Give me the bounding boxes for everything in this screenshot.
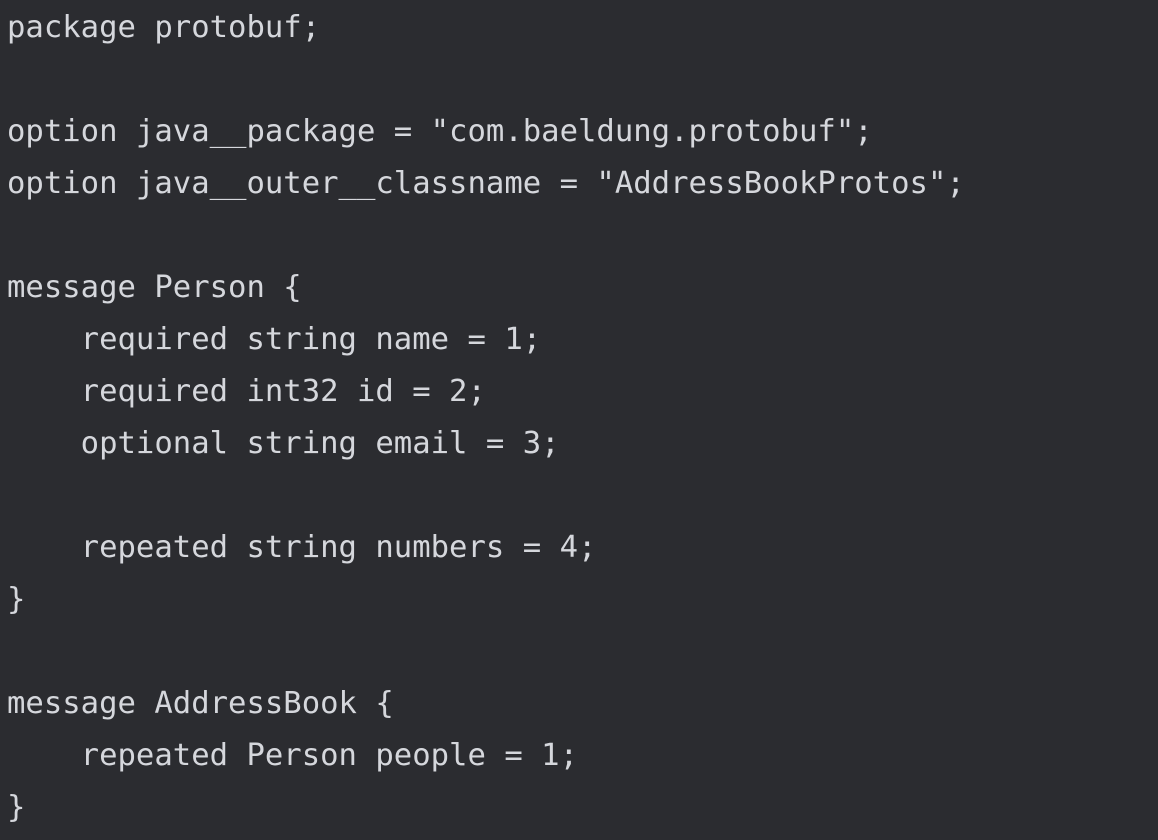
code-line-3: option java__package = "com.baeldung.pro… xyxy=(7,114,873,149)
code-line-4: option java__outer__classname = "Address… xyxy=(7,166,965,201)
code-line-15: repeated Person people = 1; xyxy=(7,738,578,773)
code-line-1: package protobuf; xyxy=(7,10,321,45)
code-line-11: repeated string numbers = 4; xyxy=(7,530,597,565)
code-line-12: } xyxy=(7,582,26,617)
code-editor[interactable]: package protobuf; option java__package =… xyxy=(0,0,1158,840)
code-line-14: message AddressBook { xyxy=(7,686,394,721)
code-line-16: } xyxy=(7,790,26,825)
code-line-9: optional string email = 3; xyxy=(7,426,560,461)
code-line-6: message Person { xyxy=(7,270,302,305)
code-line-8: required int32 id = 2; xyxy=(7,374,486,409)
code-line-7: required string name = 1; xyxy=(7,322,542,357)
